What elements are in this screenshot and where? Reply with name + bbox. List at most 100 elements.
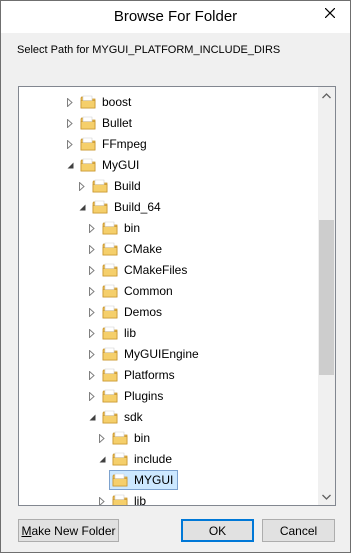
folder-icon (112, 473, 128, 487)
tree-item-content: boost (80, 93, 133, 111)
tree-item-label: sdk (124, 410, 143, 424)
tree-item[interactable]: Platforms (87, 365, 177, 385)
tree-item-content: sdk (102, 408, 145, 426)
tree-item-content: MYGUI (109, 470, 179, 490)
folder-icon (80, 137, 96, 151)
tree-item-content: lib (112, 492, 148, 506)
collapsed-arrow-icon[interactable] (65, 92, 75, 112)
tree-item-label: MyGUI (102, 158, 140, 172)
tree-item-label: FFmpeg (102, 137, 147, 151)
folder-icon (80, 116, 96, 130)
tree-item[interactable]: MYGUI (109, 470, 179, 490)
tree-item[interactable]: Bullet (65, 113, 134, 133)
expanded-arrow-icon[interactable] (77, 197, 87, 217)
vertical-scrollbar[interactable] (318, 87, 335, 505)
collapsed-arrow-icon[interactable] (87, 365, 97, 385)
tree-item[interactable]: lib (97, 491, 148, 506)
tree-item[interactable]: FFmpeg (65, 134, 149, 154)
folder-icon (102, 263, 118, 277)
tree-item-content: bin (112, 429, 152, 447)
scroll-down-button[interactable] (318, 488, 335, 505)
scroll-thumb[interactable] (319, 220, 334, 375)
collapsed-arrow-icon[interactable] (77, 176, 87, 196)
prompt-text: Select Path for MYGUI_PLATFORM_INCLUDE_D… (17, 44, 281, 56)
make-new-folder-button[interactable]: Make New Folder (18, 519, 119, 542)
tree-item-content: Platforms (102, 366, 177, 384)
collapsed-arrow-icon[interactable] (97, 428, 107, 448)
tree-item[interactable]: CMakeFiles (87, 260, 189, 280)
make-new-folder-mnemonic: M (21, 523, 32, 538)
folder-icon (80, 95, 96, 109)
collapsed-arrow-icon[interactable] (87, 260, 97, 280)
tree-item-label: boost (102, 95, 132, 109)
tree-item-label: MYGUI (134, 473, 174, 487)
folder-icon (102, 221, 118, 235)
tree-item[interactable]: Plugins (87, 386, 165, 406)
folder-icon (102, 368, 118, 382)
tree-item[interactable]: MyGUIEngine (87, 344, 201, 364)
tree-item-label: bin (134, 431, 151, 445)
tree-item-label: MyGUIEngine (124, 347, 199, 361)
tree-item[interactable]: lib (87, 323, 138, 343)
chevron-down-icon (322, 494, 331, 500)
dialog-title: Browse For Folder (113, 8, 238, 25)
tree-item[interactable]: MyGUI (65, 155, 141, 175)
browse-for-folder-dialog: Browse For Folder Select Path for MYGUI_… (0, 0, 351, 553)
collapsed-arrow-icon[interactable] (87, 323, 97, 343)
folder-icon (92, 200, 108, 214)
folder-icon (102, 389, 118, 403)
expanded-arrow-icon[interactable] (65, 155, 75, 175)
folder-icon (102, 305, 118, 319)
title-bar: Browse For Folder (1, 1, 350, 33)
tree-item-label: CMake (124, 242, 163, 256)
scroll-up-button[interactable] (318, 87, 335, 104)
tree-item[interactable]: bin (97, 428, 152, 448)
ok-label: OK (208, 523, 227, 538)
tree-item-content: Demos (102, 303, 164, 321)
collapsed-arrow-icon[interactable] (87, 386, 97, 406)
folder-icon (112, 494, 128, 505)
collapsed-arrow-icon[interactable] (65, 134, 75, 154)
tree-item[interactable]: Build_64 (77, 197, 163, 217)
tree-item[interactable]: Demos (87, 302, 164, 322)
ok-button[interactable]: OK (181, 519, 254, 542)
tree-item[interactable]: bin (87, 218, 142, 238)
tree-item-content: bin (102, 219, 142, 237)
collapsed-arrow-icon[interactable] (65, 113, 75, 133)
make-new-folder-label: ake New Folder (31, 523, 116, 538)
tree-item[interactable]: include (97, 449, 174, 469)
tree-item-label: lib (124, 326, 137, 340)
tree-item[interactable]: Common (87, 281, 175, 301)
collapsed-arrow-icon[interactable] (97, 491, 107, 505)
cancel-button[interactable]: Cancel (262, 519, 335, 542)
tree-item[interactable]: CMake (87, 239, 164, 259)
folder-tree[interactable]: boost Bullet FFmpeg MyGUI Build Build_64bin CM… (18, 86, 336, 506)
collapsed-arrow-icon[interactable] (87, 302, 97, 322)
tree-item-content: Build_64 (92, 198, 163, 216)
expanded-arrow-icon[interactable] (87, 407, 97, 427)
tree-item[interactable]: boost (65, 92, 133, 112)
tree-item-label: Build_64 (114, 200, 161, 214)
tree-item-label: lib (134, 494, 147, 506)
cancel-label: Cancel (279, 523, 318, 538)
expanded-arrow-icon[interactable] (97, 449, 107, 469)
folder-icon (102, 410, 118, 424)
folder-icon (102, 284, 118, 298)
tree-item-label: Build (114, 179, 141, 193)
collapsed-arrow-icon[interactable] (87, 344, 97, 364)
collapsed-arrow-icon[interactable] (87, 281, 97, 301)
collapsed-arrow-icon[interactable] (87, 218, 97, 238)
folder-tree-items: boost Bullet FFmpeg MyGUI Build Build_64bin CM… (19, 87, 319, 505)
folder-icon (112, 431, 128, 445)
tree-item-content: include (112, 450, 174, 468)
tree-item[interactable]: sdk (87, 407, 145, 427)
folder-icon (102, 326, 118, 340)
tree-item-label: Platforms (124, 368, 175, 382)
tree-item-label: include (134, 452, 173, 466)
folder-icon (102, 242, 118, 256)
tree-item[interactable]: Build (77, 176, 143, 196)
tree-item-label: Demos (124, 305, 163, 319)
tree-item-label: Bullet (102, 116, 133, 130)
close-button[interactable] (318, 1, 342, 25)
collapsed-arrow-icon[interactable] (87, 239, 97, 259)
